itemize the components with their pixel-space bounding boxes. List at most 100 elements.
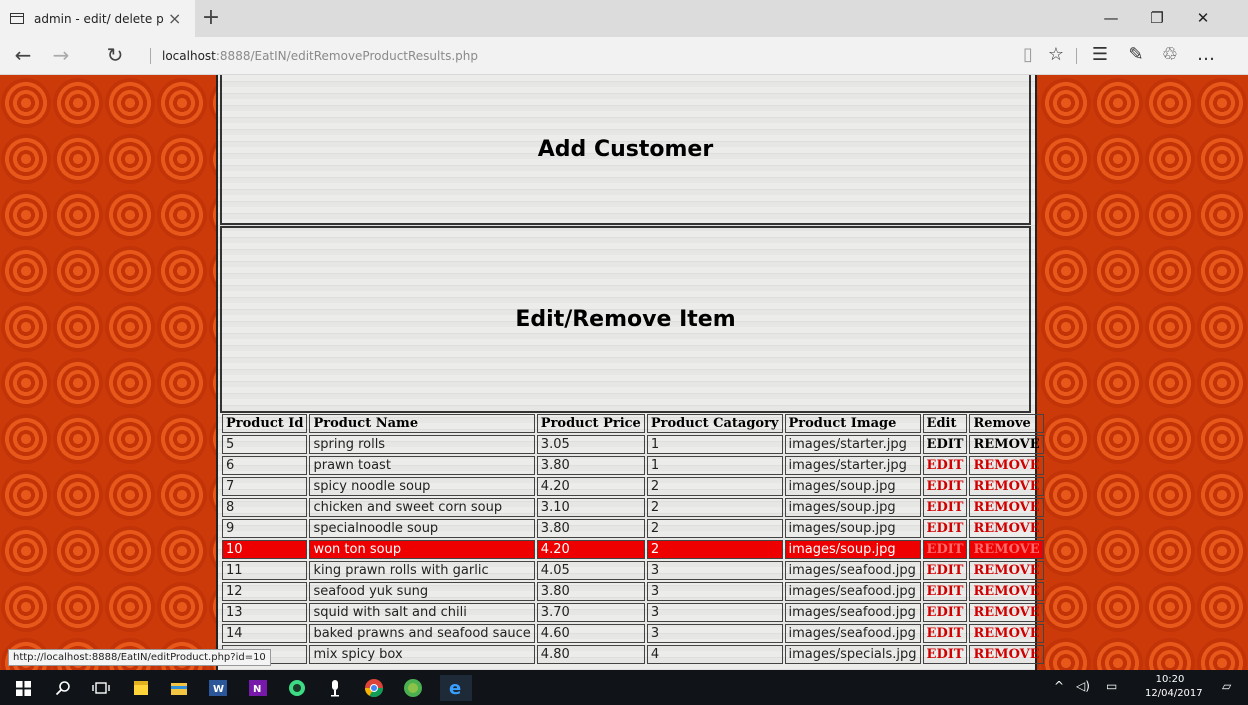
more-icon[interactable]: … <box>1192 43 1220 67</box>
edit-link[interactable]: EDIT <box>922 435 968 454</box>
remove-link[interactable]: REMOVE <box>969 645 1044 664</box>
remove-link[interactable]: REMOVE <box>969 582 1044 601</box>
word-icon[interactable]: W <box>205 675 231 701</box>
cell-name: chicken and sweet corn soup <box>309 498 535 517</box>
cell-name: mix spicy box <box>309 645 535 664</box>
tab-close-icon[interactable]: × <box>168 9 181 28</box>
clock-date: 12/04/2017 <box>1145 688 1203 699</box>
edit-link[interactable]: EDIT <box>922 561 968 580</box>
edit-link[interactable]: EDIT <box>922 645 968 664</box>
android-studio-icon[interactable] <box>284 675 310 701</box>
svg-text:N: N <box>253 684 261 695</box>
remove-link[interactable]: REMOVE <box>969 603 1044 622</box>
page-container: Add Customer Edit/Remove Item Product Id… <box>216 75 1044 670</box>
notifications-icon[interactable]: ▱ <box>1222 679 1231 693</box>
cell-category: 2 <box>646 519 783 538</box>
remove-link[interactable]: REMOVE <box>969 498 1044 517</box>
cell-name: prawn toast <box>309 456 535 475</box>
cell-image: images/specials.jpg <box>784 645 921 664</box>
cell-name: spicy noodle soup <box>309 477 535 496</box>
chrome-icon[interactable] <box>361 675 387 701</box>
share-icon[interactable]: ♲ <box>1156 43 1184 67</box>
table-row: 14 baked prawns and seafood sauce 4.60 3… <box>222 624 1044 643</box>
sticky-notes-icon[interactable] <box>128 675 154 701</box>
cell-price: 4.05 <box>536 561 645 580</box>
edit-link[interactable]: EDIT <box>922 540 968 559</box>
taskbar: W N e ^ ◁) ▭ 10:20 12/04/2017 ▱ <box>0 670 1248 705</box>
edge-icon[interactable]: e <box>440 675 472 701</box>
url-path: :8888/EatIN/editRemoveProductResults.php <box>215 49 478 63</box>
cell-category: 2 <box>646 498 783 517</box>
favorite-star-icon[interactable]: ☆ <box>1042 43 1070 67</box>
cell-image: images/soup.jpg <box>784 498 921 517</box>
chevron-up-icon[interactable]: ^ <box>1054 679 1064 693</box>
reading-view-icon[interactable]: ▯ <box>1014 43 1042 67</box>
tab-bar: admin - edit/ delete prc × + — ❐ ✕ <box>0 0 1248 37</box>
search-icon[interactable] <box>50 675 76 701</box>
cell-price: 3.70 <box>536 603 645 622</box>
edit-remove-heading[interactable]: Edit/Remove Item <box>515 307 735 332</box>
volume-icon[interactable]: ◁) <box>1076 679 1090 693</box>
add-customer-panel: Add Customer <box>220 75 1031 225</box>
browser-tab[interactable]: admin - edit/ delete prc × <box>0 0 195 37</box>
edit-link[interactable]: EDIT <box>922 624 968 643</box>
remove-link[interactable]: REMOVE <box>969 477 1044 496</box>
windows-start-icon[interactable] <box>10 675 36 701</box>
minimize-button[interactable]: — <box>1088 6 1134 30</box>
cell-image: images/seafood.jpg <box>784 603 921 622</box>
cell-price: 3.80 <box>536 519 645 538</box>
keyboard-icon[interactable]: ▭ <box>1106 679 1117 693</box>
col-product-id: Product Id <box>222 414 308 433</box>
tab-icon <box>10 13 24 24</box>
cell-name: spring rolls <box>309 435 535 454</box>
col-product-category: Product Catagory <box>646 414 783 433</box>
clock[interactable]: 10:20 12/04/2017 <box>1145 673 1203 701</box>
table-row: 7 spicy noodle soup 4.20 2 images/soup.j… <box>222 477 1044 496</box>
remove-link[interactable]: REMOVE <box>969 456 1044 475</box>
media-icon[interactable] <box>322 675 348 701</box>
web-content: Add Customer Edit/Remove Item Product Id… <box>0 75 1248 670</box>
edit-link[interactable]: EDIT <box>922 498 968 517</box>
hub-icon[interactable]: ☰ <box>1086 43 1114 67</box>
edit-link[interactable]: EDIT <box>922 456 968 475</box>
restore-button[interactable]: ❐ <box>1134 6 1180 30</box>
products-table: Product Id Product Name Product Price Pr… <box>220 412 1046 666</box>
new-tab-button[interactable]: + <box>200 6 222 30</box>
remove-link[interactable]: REMOVE <box>969 540 1044 559</box>
cell-price: 4.20 <box>536 540 645 559</box>
edit-link[interactable]: EDIT <box>922 582 968 601</box>
refresh-icon[interactable]: ↻ <box>100 43 130 67</box>
table-row: 8 chicken and sweet corn soup 3.10 2 ima… <box>222 498 1044 517</box>
app-icon[interactable] <box>400 675 426 701</box>
task-view-icon[interactable] <box>88 675 114 701</box>
remove-link[interactable]: REMOVE <box>969 624 1044 643</box>
edit-link[interactable]: EDIT <box>922 519 968 538</box>
table-row: 9 specialnoodle soup 3.80 2 images/soup.… <box>222 519 1044 538</box>
cell-category: 2 <box>646 540 783 559</box>
add-customer-heading[interactable]: Add Customer <box>538 137 713 162</box>
address-bar[interactable]: localhost:8888/EatIN/editRemoveProductRe… <box>162 48 478 64</box>
onenote-icon[interactable]: N <box>245 675 271 701</box>
cell-price: 3.80 <box>536 456 645 475</box>
web-note-icon[interactable]: ✎ <box>1122 43 1150 67</box>
window-close-button[interactable]: ✕ <box>1180 6 1226 30</box>
tab-title: admin - edit/ delete prc <box>34 11 164 26</box>
remove-link[interactable]: REMOVE <box>969 561 1044 580</box>
forward-icon[interactable]: → <box>46 43 76 67</box>
cell-name: squid with salt and chili <box>309 603 535 622</box>
edit-link[interactable]: EDIT <box>922 603 968 622</box>
table-row: 12 seafood yuk sung 3.80 3 images/seafoo… <box>222 582 1044 601</box>
table-row: 5 spring rolls 3.05 1 images/starter.jpg… <box>222 435 1044 454</box>
remove-link[interactable]: REMOVE <box>969 519 1044 538</box>
clock-time: 10:20 <box>1155 674 1185 685</box>
edit-remove-panel: Edit/Remove Item <box>220 226 1031 413</box>
back-icon[interactable]: ← <box>8 43 38 67</box>
col-product-price: Product Price <box>536 414 645 433</box>
file-explorer-icon[interactable] <box>166 675 192 701</box>
cell-name: baked prawns and seafood sauce <box>309 624 535 643</box>
cell-id: 12 <box>222 582 308 601</box>
cell-image: images/soup.jpg <box>784 519 921 538</box>
edit-link[interactable]: EDIT <box>922 477 968 496</box>
remove-link[interactable]: REMOVE <box>969 435 1044 454</box>
cell-category: 3 <box>646 582 783 601</box>
